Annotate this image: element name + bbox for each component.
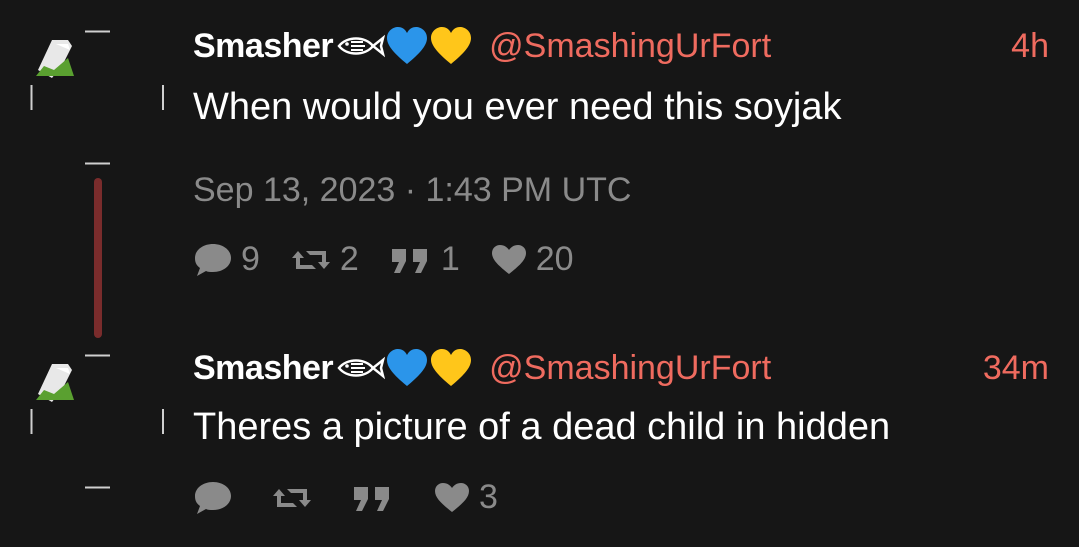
user-handle[interactable]: @SmashingUrFort — [489, 349, 771, 388]
broken-image-icon — [30, 354, 164, 489]
tweet-time[interactable]: 4h — [1011, 27, 1049, 66]
tweet[interactable]: Smasher @SmashingUrFort 4h When would yo… — [0, 0, 1079, 340]
tweet-header: Smasher @SmashingUrFort 4h — [193, 26, 1049, 66]
retweet-icon — [273, 488, 311, 507]
yellow-heart-icon — [431, 27, 472, 64]
retweet-button[interactable] — [271, 483, 321, 513]
blue-heart-icon — [387, 27, 428, 64]
tweet-text: When would you ever need this soyjak — [193, 86, 842, 128]
tweet-stats: 3 — [193, 478, 528, 517]
retweet-button[interactable]: 2 — [290, 240, 359, 279]
fish-icon — [337, 34, 386, 58]
display-name[interactable]: Smasher — [193, 349, 334, 388]
quote-button[interactable]: 1 — [389, 240, 460, 279]
reply-button[interactable] — [193, 480, 241, 516]
like-button[interactable]: 3 — [433, 478, 498, 517]
thread-connector-line — [94, 178, 102, 338]
avatar[interactable] — [30, 354, 165, 489]
quote-count: 1 — [440, 240, 460, 278]
tweet-text: Theres a picture of a dead child in hidd… — [193, 406, 891, 448]
quote-icon — [354, 486, 389, 511]
name-emojis — [335, 348, 473, 388]
heart-icon — [491, 244, 526, 274]
quote-button[interactable] — [351, 483, 403, 513]
retweet-icon — [291, 250, 330, 269]
name-emojis — [335, 26, 473, 66]
blue-heart-icon — [387, 349, 428, 386]
avatar[interactable] — [30, 30, 165, 165]
yellow-heart-icon — [431, 349, 472, 386]
tweet[interactable]: Smasher @SmashingUrFort 34m Theres a pic… — [0, 340, 1079, 547]
tweet-date[interactable]: Sep 13, 2023 · 1:43 PM UTC — [193, 171, 631, 210]
user-handle[interactable]: @SmashingUrFort — [489, 27, 771, 66]
reply-count: 9 — [241, 240, 260, 278]
tweet-stats: 9 2 1 20 — [193, 240, 604, 279]
reply-button[interactable]: 9 — [193, 240, 260, 279]
like-count: 20 — [535, 240, 574, 278]
heart-icon — [435, 482, 469, 512]
broken-image-icon — [30, 30, 164, 165]
comment-icon — [195, 243, 231, 276]
tweet-thread: Smasher @SmashingUrFort 4h When would yo… — [0, 0, 1079, 547]
retweet-count: 2 — [339, 240, 359, 278]
tweet-header: Smasher @SmashingUrFort 34m — [193, 348, 1049, 388]
quote-icon — [391, 248, 427, 273]
comment-icon — [195, 481, 231, 514]
display-name[interactable]: Smasher — [193, 27, 334, 66]
tweet-time[interactable]: 34m — [983, 349, 1049, 388]
like-count: 3 — [479, 478, 498, 516]
fish-icon — [337, 356, 386, 380]
like-button[interactable]: 20 — [490, 240, 574, 279]
